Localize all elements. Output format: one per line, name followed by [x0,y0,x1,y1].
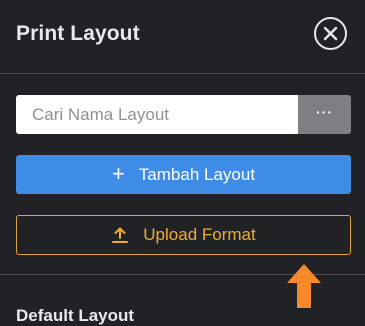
more-icon: ··· [316,103,333,120]
header-divider [0,73,365,74]
arrow-up-icon [287,264,321,308]
page-title: Print Layout [16,22,140,45]
upload-format-button[interactable]: Upload Format [16,215,351,255]
upload-icon [112,227,129,243]
upload-format-label: Upload Format [143,225,256,244]
search-input[interactable] [16,95,298,134]
search-group: ··· [16,95,351,134]
close-button[interactable] [314,17,347,50]
panel-header: Print Layout [0,0,365,73]
add-layout-button[interactable]: + Tambah Layout [16,155,351,194]
more-options-button[interactable]: ··· [298,95,351,134]
plus-icon: + [111,160,125,186]
close-icon [323,26,338,41]
section-title: Default Layout [16,306,135,325]
add-layout-label: Tambah Layout [138,164,256,184]
